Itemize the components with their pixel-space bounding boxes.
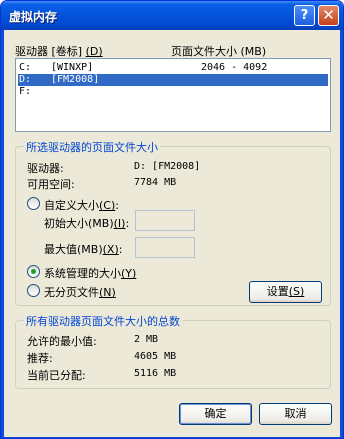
window-border-right bbox=[340, 30, 343, 438]
window-border-left bbox=[1, 30, 4, 438]
set-button-text: 设置 bbox=[266, 285, 289, 298]
system-managed-text: 系统管理的大小 bbox=[44, 267, 121, 280]
no-paging-file-text: 无分页文件 bbox=[44, 286, 99, 299]
max-size-input[interactable] bbox=[135, 237, 195, 258]
recommended-label: 推荐: bbox=[27, 352, 53, 365]
minimum-allowed-label: 允许的最小值: bbox=[27, 335, 97, 348]
drive-page-size: 2046 - 4092 bbox=[201, 62, 268, 73]
max-size-key: (X) bbox=[102, 243, 119, 256]
drive-header-key: (D) bbox=[85, 45, 103, 58]
initial-size-colon: : bbox=[125, 217, 130, 230]
selected-drive-group-title: 所选驱动器的页面文件大小 bbox=[24, 139, 160, 155]
selected-drive-group: 所选驱动器的页面文件大小 驱动器: D: [FM2008] 可用空间: 7784… bbox=[15, 139, 331, 306]
currently-allocated-label: 当前已分配: bbox=[27, 369, 86, 382]
initial-size-key: (I) bbox=[113, 217, 126, 230]
help-button[interactable]: ? bbox=[294, 5, 315, 26]
drive-label: 驱动器: bbox=[27, 162, 64, 175]
free-space-value: 7784 MB bbox=[134, 177, 177, 188]
no-paging-file-label[interactable]: 无分页文件(N) bbox=[44, 284, 116, 300]
drive-column-header: 驱动器 [卷标] (D) bbox=[15, 43, 103, 59]
drive-row-d[interactable]: D: [FM2008] bbox=[18, 74, 328, 86]
no-paging-file-radio[interactable] bbox=[27, 284, 40, 297]
no-paging-file-key: (N) bbox=[99, 286, 116, 299]
max-size-colon: : bbox=[118, 243, 123, 256]
minimum-allowed-value: 2 MB bbox=[134, 334, 159, 345]
total-paging-group: 所有驱动器页面文件大小的总数 允许的最小值: 2 MB 推荐: 4605 MB … bbox=[15, 313, 331, 389]
set-button[interactable]: 设置(S) bbox=[249, 281, 322, 303]
drive-letter: C: bbox=[19, 62, 32, 73]
title-bar[interactable]: 虚拟内存 ? ✕ bbox=[1, 1, 343, 30]
system-managed-label[interactable]: 系统管理的大小(Y) bbox=[44, 265, 136, 281]
custom-size-colon: : bbox=[115, 199, 119, 212]
dialog-title: 虚拟内存 bbox=[9, 10, 58, 24]
custom-size-radio[interactable] bbox=[27, 197, 40, 210]
drive-letter: F: bbox=[19, 86, 32, 97]
drive-volume-label: [WINXP] bbox=[51, 62, 94, 73]
drive-row-c[interactable]: C: [WINXP] 2046 - 4092 bbox=[18, 62, 328, 74]
max-size-text: 最大值(MB) bbox=[44, 243, 103, 256]
drive-row-f[interactable]: F: bbox=[18, 86, 328, 98]
drive-list[interactable]: C: [WINXP] 2046 - 4092 D: [FM2008] F: bbox=[15, 58, 331, 132]
size-column-header: 页面文件大小 (MB) bbox=[171, 45, 267, 58]
custom-size-label[interactable]: 自定义大小(C): bbox=[44, 197, 119, 213]
initial-size-text: 初始大小(MB) bbox=[44, 217, 114, 230]
system-managed-radio[interactable] bbox=[27, 265, 40, 278]
free-space-label: 可用空间: bbox=[27, 178, 75, 191]
set-button-key: (S) bbox=[288, 285, 305, 298]
system-managed-key: (Y) bbox=[121, 267, 137, 280]
close-button[interactable]: ✕ bbox=[318, 5, 339, 26]
custom-size-key: (C) bbox=[99, 199, 116, 212]
total-paging-group-title: 所有驱动器页面文件大小的总数 bbox=[24, 313, 182, 329]
drive-value: D: [FM2008] bbox=[134, 161, 201, 172]
drive-letter: D: bbox=[19, 74, 32, 85]
drive-volume-label: [FM2008] bbox=[51, 74, 100, 85]
custom-size-text: 自定义大小 bbox=[44, 199, 99, 212]
currently-allocated-value: 5116 MB bbox=[134, 368, 177, 379]
cancel-button[interactable]: 取消 bbox=[259, 403, 332, 425]
max-size-label: 最大值(MB)(X): bbox=[44, 241, 122, 257]
initial-size-input[interactable] bbox=[135, 210, 195, 231]
recommended-value: 4605 MB bbox=[134, 351, 177, 362]
ok-button[interactable]: 确定 bbox=[179, 403, 252, 425]
drive-header-label: 驱动器 [卷标] bbox=[15, 45, 83, 58]
initial-size-label: 初始大小(MB)(I): bbox=[44, 215, 129, 231]
virtual-memory-dialog: 虚拟内存 ? ✕ 驱动器 [卷标] (D) 页面文件大小 (MB) C: [WI… bbox=[0, 0, 344, 439]
